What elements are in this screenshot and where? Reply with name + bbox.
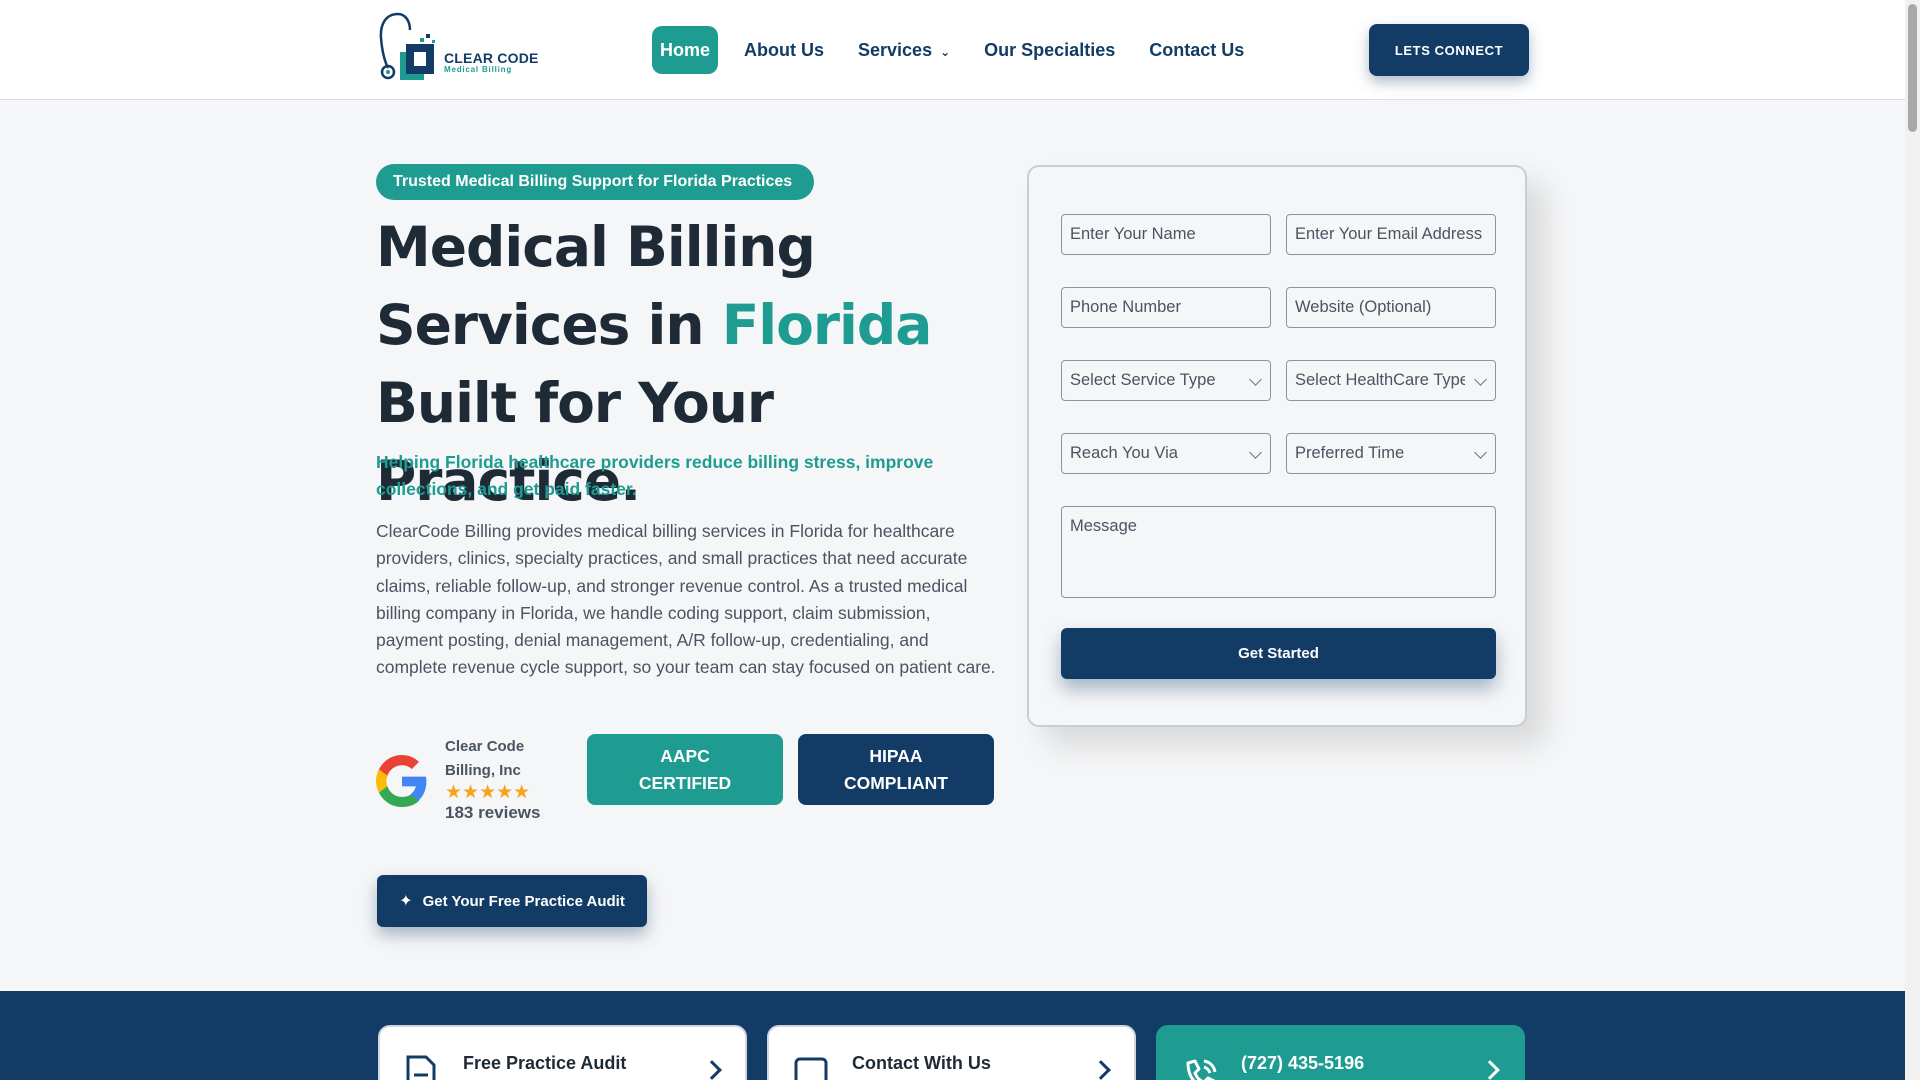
trust-badge: Trusted Medical Billing Support for Flor…: [376, 164, 815, 200]
preferred-time-select[interactable]: Preferred Time: [1286, 433, 1496, 474]
chat-icon: [794, 1057, 828, 1080]
reach-via-value: Reach You Via: [1070, 444, 1178, 462]
quick-link-phone[interactable]: (727) 435-5196: [1156, 1025, 1525, 1080]
aapc-line1: AAPC: [660, 745, 710, 766]
free-practice-audit-button[interactable]: ✦ Get Your Free Practice Audit: [377, 875, 647, 927]
review-count: 183 reviews: [445, 803, 541, 822]
hero-title-line2: Services in: [376, 293, 722, 357]
main-nav: Home About Us Services ⌄ Our Specialties …: [652, 26, 1270, 74]
get-started-button[interactable]: Get Started: [1061, 628, 1496, 679]
logo-wordmark: CLEAR CODE: [444, 50, 539, 66]
nav-our-specialties-label: Our Specialties: [984, 39, 1116, 60]
hero-tagline: Helping Florida healthcare providers red…: [376, 452, 934, 499]
aapc-line2: CERTIFIED: [638, 772, 732, 793]
nav-contact-us[interactable]: Contact Us: [1141, 26, 1252, 74]
phone-input[interactable]: Phone Number: [1061, 287, 1271, 328]
healthcare-type-select[interactable]: Select HealthCare Type: [1286, 360, 1496, 401]
quick-link-phone-label: (727) 435-5196: [1241, 1053, 1365, 1073]
page-scrollbar[interactable]: [1905, 0, 1920, 1080]
chevron-down-icon: [1474, 373, 1487, 386]
hipaa-compliant-badge: HIPAA COMPLIANT: [798, 734, 994, 805]
hipaa-line1: HIPAA: [869, 745, 923, 766]
clear-code-logo[interactable]: CLEAR CODE Medical Billing: [376, 12, 539, 88]
phone-icon: [1186, 1059, 1217, 1080]
service-type-select[interactable]: Select Service Type: [1061, 360, 1271, 401]
chevron-right-icon: [702, 1060, 722, 1080]
nav-home[interactable]: Home: [652, 26, 719, 74]
scrollbar-thumb[interactable]: [1908, 4, 1917, 132]
email-placeholder: Enter Your Email Address: [1295, 225, 1483, 243]
nav-contact-us-label: Contact Us: [1149, 39, 1245, 60]
lets-connect-button[interactable]: LETS CONNECT: [1369, 24, 1529, 76]
document-icon: [406, 1055, 436, 1080]
phone-placeholder: Phone Number: [1070, 298, 1181, 316]
chevron-down-icon: [1249, 446, 1262, 459]
nav-services-label: Services: [858, 39, 933, 60]
stethoscope-logo-icon: [379, 12, 435, 80]
website-input[interactable]: Website (Optional): [1286, 287, 1496, 328]
nav-about-us[interactable]: About Us: [736, 26, 832, 74]
chevron-right-icon: [1480, 1060, 1500, 1080]
google-review-widget[interactable]: Clear Code Billing, Inc ★★★★★ 183 review…: [376, 733, 556, 823]
sparkle-icon: ✦: [399, 893, 413, 910]
preferred-time-value: Preferred Time: [1295, 444, 1405, 462]
google-icon: [376, 755, 427, 807]
contact-form: Enter Your Name Enter Your Email Address…: [1027, 165, 1527, 727]
message-placeholder: Message: [1070, 517, 1137, 535]
reach-via-select[interactable]: Reach You Via: [1061, 433, 1271, 474]
service-type-value: Select Service Type: [1070, 371, 1216, 389]
free-practice-audit-label: Get Your Free Practice Audit: [422, 892, 625, 910]
chevron-down-icon: [1474, 446, 1487, 459]
healthcare-type-value: Select HealthCare Type: [1295, 371, 1465, 389]
chevron-down-icon: [1249, 373, 1262, 386]
nav-our-specialties[interactable]: Our Specialties: [976, 26, 1123, 74]
message-textarea[interactable]: Message: [1061, 506, 1496, 598]
chevron-down-icon: ⌄: [940, 45, 951, 59]
star-rating: ★★★★★: [445, 782, 531, 803]
quick-link-contact[interactable]: Contact With Us: [767, 1025, 1136, 1080]
review-business-name: Clear Code Billing, Inc: [445, 738, 525, 779]
name-placeholder: Enter Your Name: [1070, 225, 1196, 243]
hero-description: ClearCode Billing provides medical billi…: [376, 521, 996, 678]
name-input[interactable]: Enter Your Name: [1061, 214, 1271, 255]
quick-link-free-audit[interactable]: Free Practice Audit: [378, 1025, 747, 1080]
aapc-certified-badge: AAPC CERTIFIED: [587, 734, 783, 805]
site-header: CLEAR CODE Medical Billing Home About Us…: [0, 0, 1905, 100]
hero-title-line1: Medical Billing: [376, 215, 816, 279]
nav-about-us-label: About Us: [744, 39, 825, 60]
nav-services[interactable]: Services ⌄: [850, 26, 958, 74]
logo-tagline: Medical Billing: [444, 65, 513, 74]
nav-home-label: Home: [660, 39, 711, 60]
quick-link-free-audit-label: Free Practice Audit: [463, 1053, 627, 1073]
chevron-right-icon: [1091, 1060, 1111, 1080]
email-input[interactable]: Enter Your Email Address: [1286, 214, 1496, 255]
quick-link-contact-label: Contact With Us: [852, 1053, 991, 1073]
website-placeholder: Website (Optional): [1295, 298, 1432, 316]
hero-title-accent: Florida: [721, 293, 933, 357]
hipaa-line2: COMPLIANT: [843, 772, 949, 793]
